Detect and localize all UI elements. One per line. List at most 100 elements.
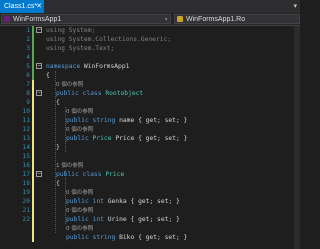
line-number: 14 (22, 144, 30, 151)
code-line: 22 public int Urine { get; set; } (0, 215, 300, 224)
line-number: 22 (22, 216, 30, 223)
line-number: 19 (22, 189, 30, 196)
line-number: 11 (22, 117, 30, 124)
accessors: { get; set; } (138, 117, 188, 124)
change-marker (32, 26, 34, 35)
keyword: public (66, 234, 89, 241)
document-tab-strip: Class1.cs* ✕ ▾ (0, 0, 300, 13)
code-line: 17 − public class Price (0, 170, 300, 179)
code-text: } (56, 143, 60, 152)
close-icon[interactable]: ✕ (36, 0, 42, 13)
change-marker (32, 107, 34, 116)
reference-count[interactable]: 0 個の参照 (66, 226, 93, 232)
collapse-icon[interactable]: − (36, 90, 42, 96)
brace: { (46, 72, 50, 79)
line-number: 10 (22, 108, 30, 115)
code-text: public Price Price { get; set; } (66, 134, 187, 143)
namespace-name: WinFormsApp1 (83, 63, 130, 70)
change-marker (32, 35, 34, 44)
code-editor[interactable]: 1 − using System; 2 using System.Collect… (0, 26, 300, 249)
line-number: 8 (26, 90, 30, 97)
change-marker (32, 152, 34, 161)
project-dropdown[interactable]: WinFormsApp1 ▾ (1, 14, 171, 24)
code-line: 9 { (0, 98, 300, 107)
line-number: 12 (22, 126, 30, 133)
class-name: Price (105, 171, 125, 178)
line-number: 18 (22, 180, 30, 187)
code-line: 11 public string name { get; set; } (0, 116, 300, 125)
code-text: { (56, 179, 60, 188)
code-text: namespace WinFormsApp1 (46, 62, 129, 71)
change-marker (32, 197, 34, 206)
line-number: 17 (22, 171, 30, 178)
code-line: 20 public int Genka { get; set; } (0, 197, 300, 206)
code-line: 3 using System.Text; (0, 44, 300, 53)
keyword: int (92, 216, 104, 223)
keyword: public (56, 90, 79, 97)
keyword: using (46, 27, 65, 34)
collapse-icon[interactable]: − (36, 63, 42, 69)
change-marker (32, 98, 34, 107)
keyword: string (92, 234, 116, 241)
code-line: 14 } (0, 143, 300, 152)
change-marker (32, 89, 34, 98)
chevron-down-icon: ▾ (164, 16, 168, 23)
reference-count[interactable]: 0 個の参照 (66, 208, 93, 214)
line-number: 16 (22, 162, 30, 169)
type-scope-dropdown[interactable]: WinFormsApp1.Ro (174, 14, 300, 24)
code-line: 2 using System.Collections.Generic; (0, 35, 300, 44)
vertical-scrollbar[interactable] (294, 26, 300, 249)
code-line: 18 { (0, 179, 300, 188)
csharp-project-icon (4, 16, 10, 22)
code-text: { (46, 71, 50, 80)
line-number: 1 (26, 27, 30, 34)
property-name: Genka (107, 198, 127, 205)
tab-class1-cs[interactable]: Class1.cs* ✕ (0, 0, 44, 13)
collapse-icon[interactable]: − (36, 171, 42, 177)
change-marker (32, 170, 34, 179)
type-scope-name: WinFormsApp1.Ro (186, 16, 246, 23)
keyword: public (66, 216, 89, 223)
line-number: 2 (26, 36, 30, 43)
code-text: public int Genka { get; set; } (66, 197, 180, 206)
change-marker (32, 143, 34, 152)
property-name: Biko (119, 234, 135, 241)
code-line: 16 1 個の参照 (0, 161, 300, 170)
namespace-ref: System; (68, 27, 96, 34)
ide-window: Class1.cs* ✕ ▾ WinFormsApp1 ▾ WinFormsAp… (0, 0, 300, 249)
reference-count[interactable]: 0 個の参照 (56, 82, 83, 88)
reference-count[interactable]: 1 個の参照 (56, 163, 83, 169)
code-text: { (56, 98, 60, 107)
keyword: class (82, 171, 102, 178)
line-number: 6 (26, 72, 30, 79)
tab-list-dropdown-icon[interactable]: ▾ (293, 0, 297, 13)
keyword: string (92, 117, 116, 124)
class-icon (177, 16, 183, 22)
property-name: Price (115, 135, 135, 142)
code-line: public string Biko { get; set; } (0, 233, 300, 242)
change-marker (32, 188, 34, 197)
tab-label: Class1.cs* (4, 3, 38, 10)
code-line: 1 − using System; (0, 26, 300, 35)
code-text: public string Biko { get; set; } (66, 233, 187, 242)
line-number: 4 (26, 54, 30, 61)
brace: } (56, 144, 60, 151)
class-name: Rootobject (105, 90, 144, 97)
keyword: public (66, 117, 89, 124)
keyword: using (46, 45, 65, 52)
accessors: { get; set; } (138, 135, 188, 142)
reference-count[interactable]: 0 個の参照 (66, 190, 93, 196)
code-line: 5 − namespace WinFormsApp1 (0, 62, 300, 71)
code-text: using System; (46, 26, 95, 35)
code-line: 21 0 個の参照 (0, 206, 300, 215)
code-text: public int Urine { get; set; } (66, 215, 180, 224)
collapse-icon[interactable]: − (36, 27, 42, 33)
code-line: 0 個の参照 (0, 224, 300, 233)
keyword: using (46, 36, 65, 43)
keyword: namespace (46, 63, 81, 70)
code-line: 13 public Price Price { get; set; } (0, 134, 300, 143)
navigation-bar: WinFormsApp1 ▾ WinFormsApp1.Ro (0, 13, 300, 26)
reference-count[interactable]: 0 個の参照 (66, 109, 93, 115)
reference-count[interactable]: 0 個の参照 (66, 127, 93, 133)
change-marker (32, 62, 34, 71)
